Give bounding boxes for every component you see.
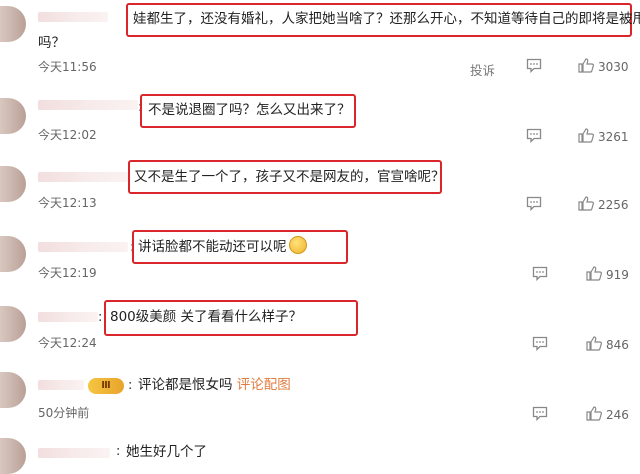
like-icon[interactable] (578, 58, 594, 73)
like-count: 3261 (598, 130, 629, 144)
reply-icon[interactable] (532, 266, 548, 281)
like-count: 246 (606, 408, 629, 422)
like-icon[interactable] (578, 128, 594, 143)
comment-time: 今天12:24 (38, 336, 97, 350)
reply-icon[interactable] (532, 406, 548, 421)
avatar[interactable] (0, 166, 26, 202)
like-icon[interactable] (586, 336, 602, 351)
like-count: 2256 (598, 198, 629, 212)
colon: : (116, 444, 121, 459)
user-level-badge: Ⅲ (88, 378, 124, 394)
like-count: 919 (606, 268, 629, 282)
like-icon[interactable] (586, 406, 602, 421)
reply-icon[interactable] (526, 58, 542, 73)
comment-text: 800级美颜 关了看看什么样子？ (110, 309, 303, 325)
avatar[interactable] (0, 98, 26, 134)
username-blurred[interactable] (38, 12, 108, 22)
like-icon[interactable] (586, 266, 602, 281)
like-count: 846 (606, 338, 629, 352)
avatar[interactable] (0, 6, 26, 42)
comment-text: 她生好几个了 (126, 444, 207, 460)
comment-text: 评论都是恨女吗 评论配图 (138, 374, 291, 396)
comment-time: 今天12:19 (38, 266, 97, 280)
comment-text: 不是说退圈了吗？怎么又出来了？ (148, 102, 351, 118)
avatar[interactable] (0, 372, 26, 408)
comment-text: 又不是生了一个了，孩子又不是网友的，官宣啥呢？ (134, 169, 445, 185)
username-blurred[interactable] (38, 380, 84, 390)
comment-text-content: 讲话脸都不能动还可以呢 (138, 239, 287, 255)
username-blurred[interactable] (38, 448, 110, 458)
username-blurred[interactable] (38, 242, 128, 252)
avatar[interactable] (0, 306, 26, 342)
reply-icon[interactable] (526, 196, 542, 211)
colon: : (128, 378, 133, 393)
comment-text-continued: 吗？ (38, 35, 65, 51)
comment-time: 今天12:13 (38, 196, 97, 210)
like-count: 3030 (598, 60, 629, 74)
comment-text-content: 评论都是恨女吗 (138, 377, 233, 393)
comment-time: 今天11:56 (38, 60, 97, 74)
laughing-emoji-icon (288, 236, 307, 254)
username-blurred[interactable] (38, 100, 138, 110)
avatar[interactable] (0, 438, 26, 474)
colon: : (98, 310, 103, 325)
comment-time: 今天12:02 (38, 128, 97, 142)
comment-picture-link[interactable]: 评论配图 (237, 377, 291, 393)
report-button[interactable]: 投诉 (470, 60, 495, 79)
reply-icon[interactable] (532, 336, 548, 351)
like-icon[interactable] (578, 196, 594, 211)
username-blurred[interactable] (38, 172, 128, 182)
comment-time: 50分钟前 (38, 406, 90, 420)
comment-text: 娃都生了，还没有婚礼，人家把她当啥了？还那么开心，不知道等待自己的即将是被甩 (133, 11, 640, 27)
comment-text: 讲话脸都不能动还可以呢 (138, 236, 307, 258)
reply-icon[interactable] (526, 128, 542, 143)
username-blurred[interactable] (38, 312, 98, 322)
avatar[interactable] (0, 236, 26, 272)
